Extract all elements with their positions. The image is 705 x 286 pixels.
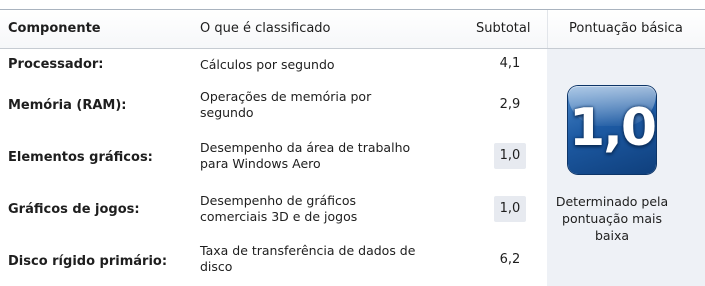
rated-description: Desempenho da área de trabalho para Wind… <box>200 140 411 171</box>
component-label: Disco rígido primário: <box>8 254 168 269</box>
header-component: Componente <box>8 21 101 36</box>
table-row: Processador: Cálculos por segundo 4,1 <box>0 49 547 80</box>
header-what-rated: O que é classificado <box>200 21 331 36</box>
table-row: Memória (RAM): Operações de memória por … <box>0 80 547 131</box>
table-row: Gráficos de jogos: Desempenho de gráfico… <box>0 183 547 234</box>
component-label: Memória (RAM): <box>8 98 127 113</box>
base-score-value: 1,0 <box>568 98 656 158</box>
table-header: Componente O que é classificado Subtotal… <box>0 10 705 49</box>
subtotal-value: 1,0 <box>494 196 526 222</box>
rated-description: Operações de memória por segundo <box>200 89 372 120</box>
rated-description: Taxa de transferência de dados de disco <box>200 243 416 274</box>
component-label: Processador: <box>8 57 104 72</box>
subtotal-value: 1,0 <box>494 143 526 169</box>
component-label: Elementos gráficos: <box>8 150 153 165</box>
subtotal-value: 6,2 <box>499 252 521 267</box>
component-label: Gráficos de jogos: <box>8 202 140 217</box>
performance-score-table: Componente O que é classificado Subtotal… <box>0 0 705 286</box>
rated-description: Desempenho de gráficos comerciais 3D e d… <box>200 193 358 224</box>
header-subtotal: Subtotal <box>476 21 531 36</box>
subtotal-value: 4,1 <box>499 56 521 71</box>
base-score-note: Determinado pela pontuação mais baixa <box>555 194 669 243</box>
base-score-tile: 1,0 <box>568 86 656 174</box>
table-row: Disco rígido primário: Taxa de transferê… <box>0 234 547 286</box>
header-separator <box>547 10 548 48</box>
rated-description: Cálculos por segundo <box>200 57 335 72</box>
subtotal-value: 2,9 <box>499 97 521 112</box>
base-score-panel: 1,0 Determinado pela pontuação mais baix… <box>547 49 705 286</box>
table-row: Elementos gráficos: Desempenho da área d… <box>0 131 547 183</box>
header-base-score: Pontuação básica <box>569 21 683 36</box>
